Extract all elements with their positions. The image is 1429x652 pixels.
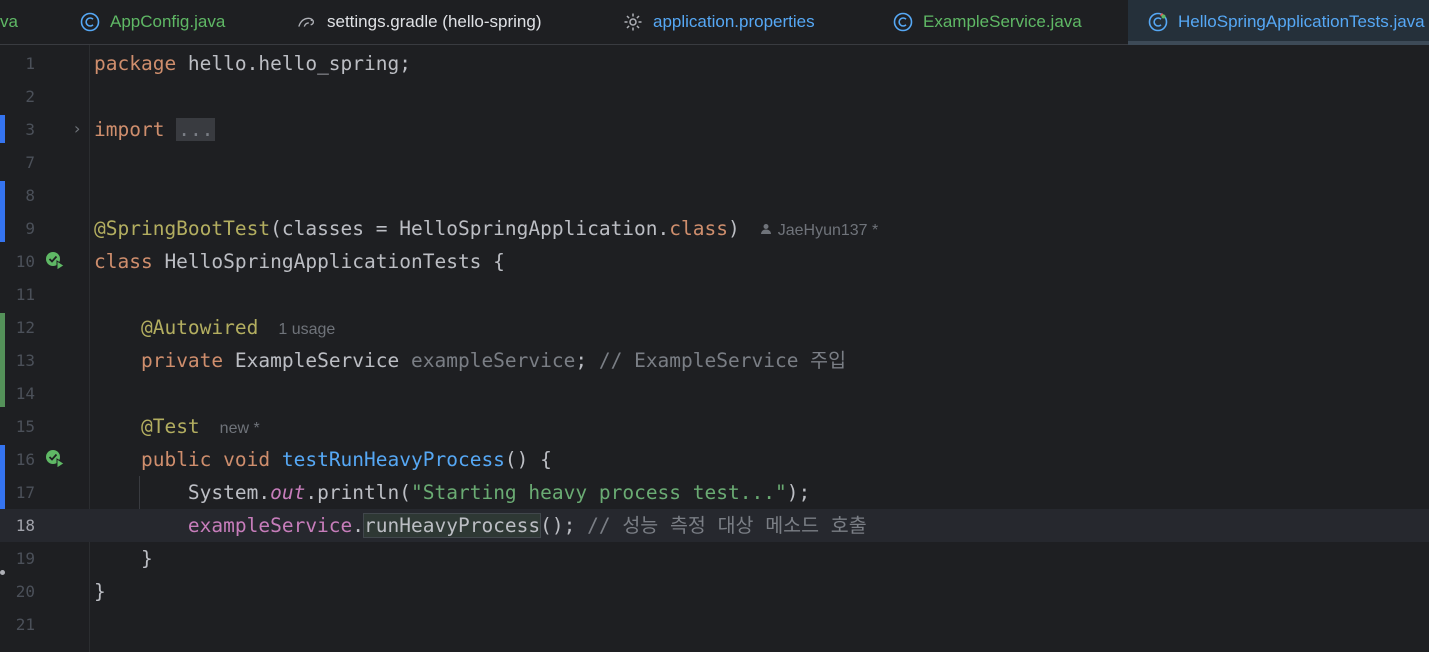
code-text: @Autowired 1 usage [140,316,336,339]
test-class-icon [1148,12,1168,32]
code-line: 14 [0,377,1429,410]
line-number: 21 [15,615,35,634]
code-line: 11 [0,278,1429,311]
run-test-icon[interactable] [44,448,66,470]
line-number: 17 [15,483,35,502]
code-line: 16 public void testRunHeavyProcess() { [0,443,1429,476]
tab-settings-gradle[interactable]: settings.gradle (hello-spring) [297,0,542,44]
author-hint[interactable]: new * [220,420,260,437]
code-text: private ExampleService exampleService; /… [140,349,847,372]
fold-expand-icon[interactable]: › [74,119,80,138]
code-text: } [94,580,106,603]
folded-imports[interactable]: ... [176,118,216,141]
line-number: 14 [15,384,35,403]
line-number: 11 [15,285,35,304]
tab-appconfig[interactable]: AppConfig.java [80,0,225,44]
line-number: 19 [15,549,35,568]
tab-label: AppConfig.java [110,12,226,31]
code-text: package hello.hello_spring; [94,52,411,75]
code-line: 7 [0,146,1429,179]
gear-icon [623,12,643,32]
class-icon [80,12,100,32]
gutter-dot [0,570,5,575]
editor-tab-bar: va AppConfig.java settings.gradle (hello… [0,0,1429,45]
tab-label: application.properties [653,12,815,31]
line-number: 12 [15,318,35,337]
line-number: 3 [25,120,35,139]
code-line: 12 @Autowired 1 usage [0,311,1429,344]
line-number: 18 [15,516,35,535]
line-number: 10 [15,252,35,271]
tab-partial[interactable]: va [0,0,18,44]
line-number: 9 [25,219,35,238]
code-line: 1 package hello.hello_spring; [0,47,1429,80]
tab-label: va [0,12,18,31]
code-text: public void testRunHeavyProcess() { [140,448,552,471]
code-line: 17 System.out.println("Starting heavy pr… [0,476,1429,509]
line-number: 16 [15,450,35,469]
line-number: 8 [25,186,35,205]
line-number: 15 [15,417,35,436]
highlighted-method-call[interactable]: runHeavyProcess [363,513,542,538]
tab-application-properties[interactable]: application.properties [623,0,815,44]
code-line: 10 class HelloSpringApplicationTests { [0,245,1429,278]
code-text: import ... [94,118,216,141]
code-line-current: 18 exampleService.runHeavyProcess(); // … [0,509,1429,542]
code-line: 19 } [0,542,1429,575]
class-icon [893,12,913,32]
tab-label: ExampleService.java [923,12,1082,31]
usage-hint[interactable]: 1 usage [278,321,335,338]
code-line: 2 [0,80,1429,113]
code-text: @SpringBootTest(classes = HelloSpringApp… [94,217,879,240]
code-text: class HelloSpringApplicationTests { [94,250,505,273]
line-number: 2 [25,87,35,106]
user-icon [760,224,771,234]
code-line: 20 } [0,575,1429,608]
code-line: 21 [0,608,1429,641]
gradle-icon [297,12,317,32]
code-line: 8 [0,179,1429,212]
run-test-icon[interactable] [44,250,66,272]
tab-label: settings.gradle (hello-spring) [327,12,542,31]
line-number: 20 [15,582,35,601]
line-number: 13 [15,351,35,370]
code-text: } [140,547,153,570]
code-text: exampleService.runHeavyProcess(); // 성능 … [187,513,867,538]
code-line: 13 private ExampleService exampleService… [0,344,1429,377]
tab-exampleservice[interactable]: ExampleService.java [893,0,1082,44]
code-line: 3 › import ... [0,113,1429,146]
code-text: System.out.println("Starting heavy proce… [187,481,811,504]
tab-label: HelloSpringApplicationTests.java [1178,12,1425,31]
author-hint[interactable]: JaeHyun137 * [760,222,878,239]
line-number: 7 [25,153,35,172]
code-text: @Test new * [140,415,260,438]
tab-hellospringapplicationtests[interactable]: HelloSpringApplicationTests.java [1128,0,1429,45]
line-number: 1 [25,54,35,73]
code-line: 9 @SpringBootTest(classes = HelloSpringA… [0,212,1429,245]
code-line: 15 @Test new * [0,410,1429,443]
